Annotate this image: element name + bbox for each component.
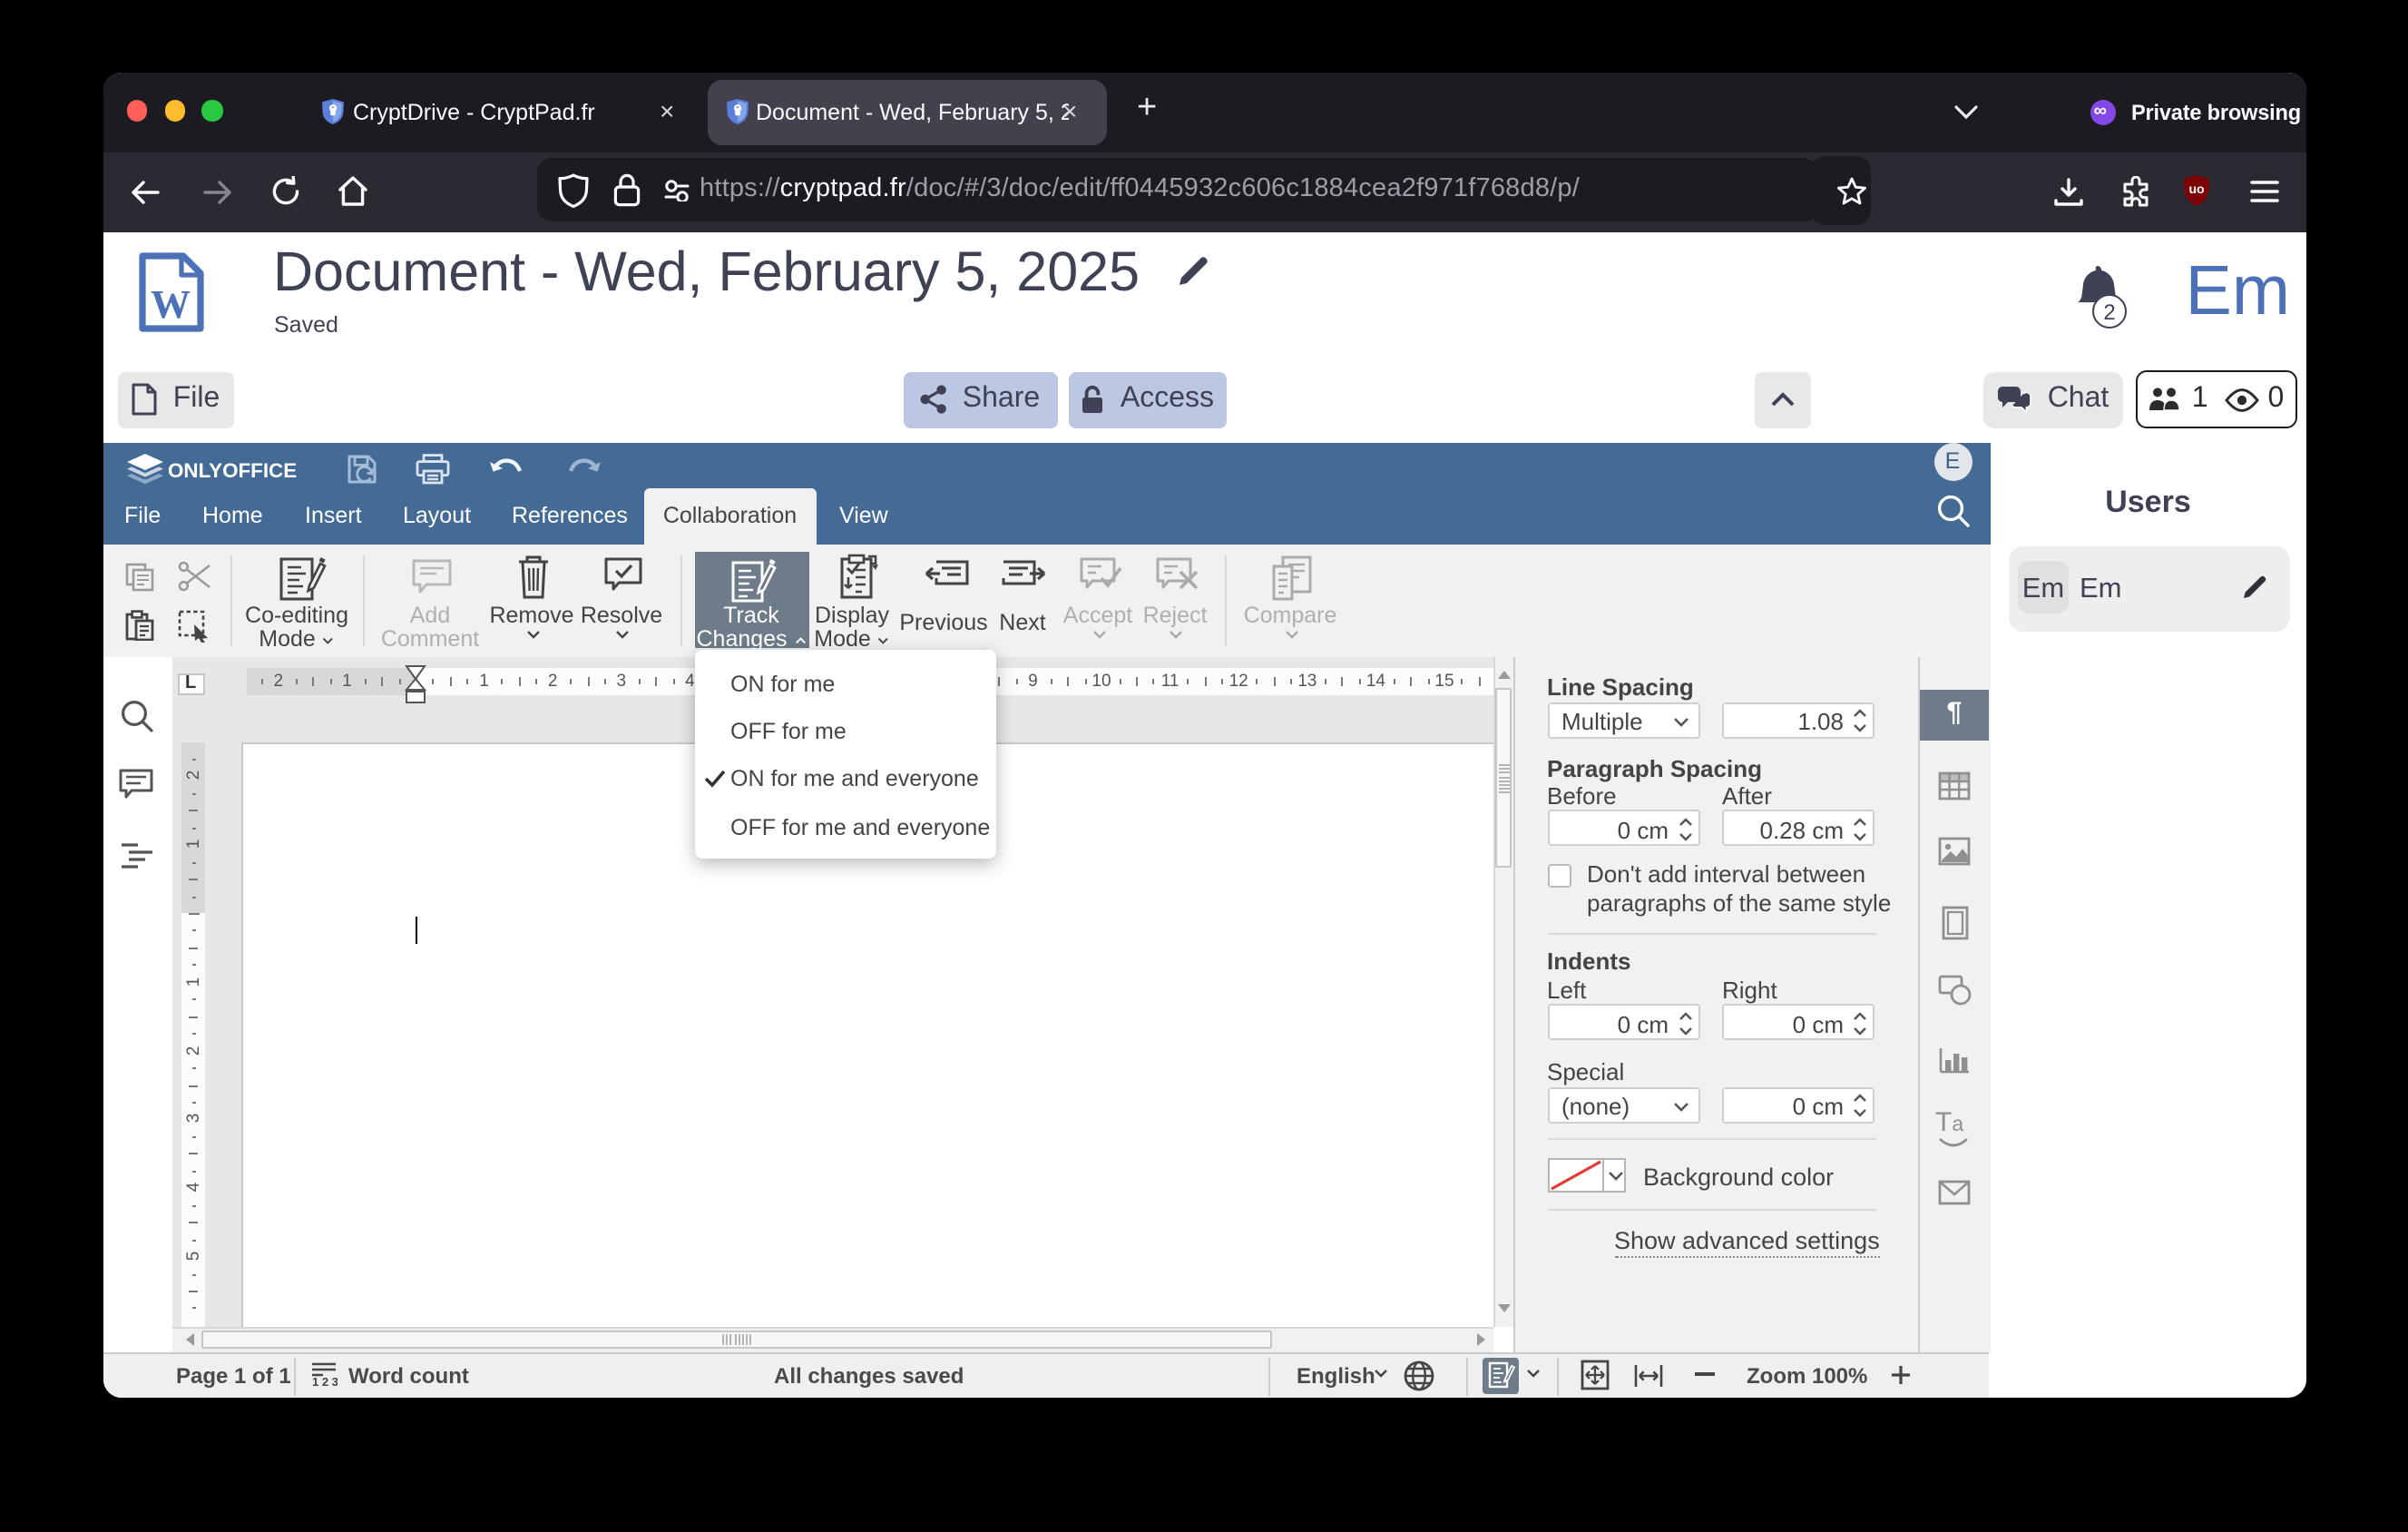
- svg-text:W: W: [151, 281, 191, 326]
- svg-text:1 2 3: 1 2 3: [312, 1375, 338, 1387]
- svg-text:uo: uo: [2188, 182, 2203, 196]
